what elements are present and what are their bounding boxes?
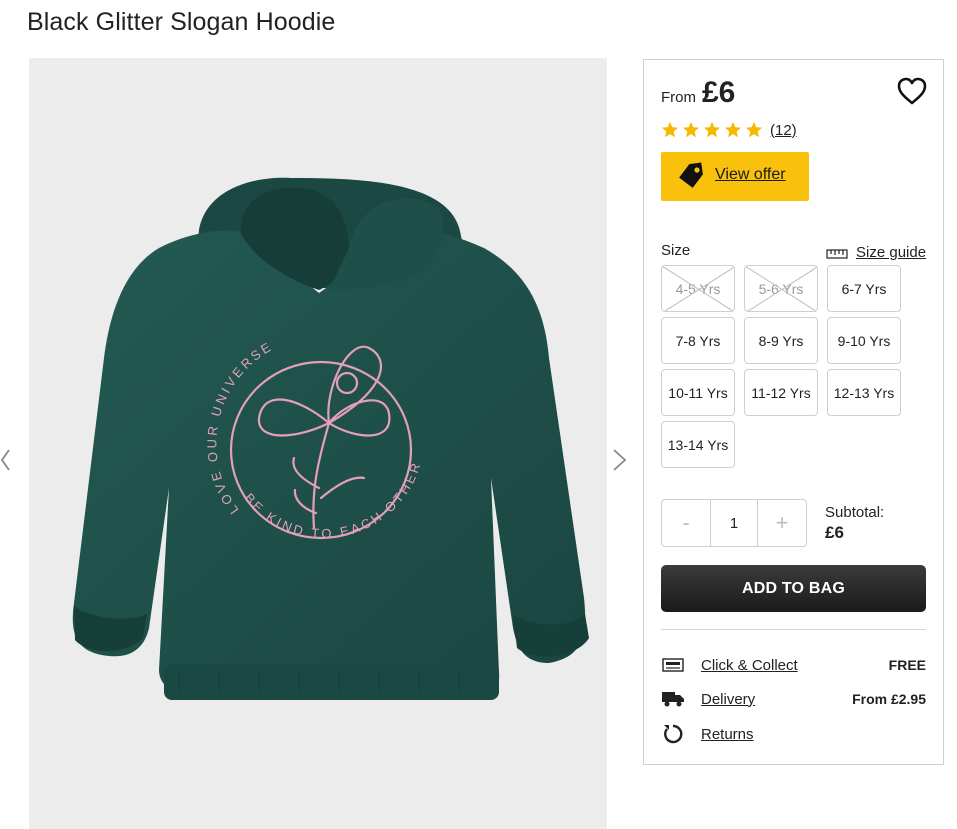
returns-icon <box>661 724 685 744</box>
delivery-option-returns: Returns <box>661 722 926 746</box>
size-option-label: 13-14 Yrs <box>667 436 729 453</box>
view-offer-button[interactable]: View offer <box>661 152 809 201</box>
star-icon <box>661 121 679 138</box>
star-icon <box>703 121 721 138</box>
add-to-bag-button[interactable]: ADD TO BAG <box>661 565 926 612</box>
size-option-8-9[interactable]: 8-9 Yrs <box>744 317 818 364</box>
quantity-decrease-button[interactable]: - <box>662 500 710 546</box>
ruler-icon <box>826 248 848 259</box>
prev-image-button[interactable] <box>0 446 18 474</box>
view-offer-label: View offer <box>715 166 786 183</box>
price-value: £6 <box>702 76 736 109</box>
size-option-label: 12-13 Yrs <box>833 384 895 401</box>
delivery-option-click-collect: Click & Collect FREE <box>661 653 926 677</box>
click-collect-icon <box>661 655 685 675</box>
purchase-panel: From £6 (12) View offer Size Size guide <box>643 59 944 765</box>
size-option-6-7[interactable]: 6-7 Yrs <box>827 265 901 312</box>
subtotal-value: £6 <box>825 523 844 542</box>
size-option-label: 8-9 Yrs <box>758 332 804 349</box>
review-count-link[interactable]: (12) <box>770 122 797 139</box>
price-from-label: From <box>661 89 696 106</box>
size-option-10-11[interactable]: 10-11 Yrs <box>661 369 735 416</box>
heart-icon <box>897 77 927 105</box>
size-option-11-12[interactable]: 11-12 Yrs <box>744 369 818 416</box>
subtotal-label: Subtotal: <box>825 504 885 521</box>
size-option-12-13[interactable]: 12-13 Yrs <box>827 369 901 416</box>
unavailable-cross-icon <box>745 266 817 311</box>
truck-icon <box>661 689 685 709</box>
click-collect-link[interactable]: Click & Collect <box>701 657 798 674</box>
price: From £6 <box>661 76 735 110</box>
size-guide-label: Size guide <box>856 244 927 261</box>
size-option-9-10[interactable]: 9-10 Yrs <box>827 317 901 364</box>
unavailable-cross-icon <box>662 266 734 311</box>
size-option-label: 11-12 Yrs <box>751 384 811 401</box>
chevron-right-icon <box>613 449 627 471</box>
size-option-4-5[interactable]: 4-5 Yrs <box>661 265 735 312</box>
size-option-13-14[interactable]: 13-14 Yrs <box>661 421 735 468</box>
product-image[interactable]: LOVE OUR UNIVERSE BE KIND TO EACH OTHER <box>29 58 607 829</box>
delivery-link[interactable]: Delivery <box>701 691 755 708</box>
size-option-label: 9-10 Yrs <box>837 332 891 349</box>
size-option-5-6[interactable]: 5-6 Yrs <box>744 265 818 312</box>
size-option-label: 7-8 Yrs <box>675 332 721 349</box>
size-option-label: 6-7 Yrs <box>841 280 887 297</box>
quantity-input[interactable]: 1 <box>710 500 758 546</box>
chevron-left-icon <box>0 449 10 471</box>
star-icon <box>724 121 742 138</box>
rating: (12) <box>661 121 797 139</box>
product-title: Black Glitter Slogan Hoodie <box>27 8 336 36</box>
size-guide-link[interactable]: Size guide <box>826 244 926 261</box>
star-icon <box>682 121 700 138</box>
size-option-label: 10-11 Yrs <box>668 384 728 401</box>
hoodie-illustration: LOVE OUR UNIVERSE BE KIND TO EACH OTHER <box>72 177 589 700</box>
delivery-option-delivery: Delivery From £2.95 <box>661 687 926 711</box>
wishlist-button[interactable] <box>896 76 928 106</box>
subtotal: Subtotal: £6 <box>825 504 884 543</box>
next-image-button[interactable] <box>611 446 629 474</box>
price-tag-icon <box>679 162 703 188</box>
size-label: Size <box>661 242 691 259</box>
divider <box>661 629 926 630</box>
click-collect-price: FREE <box>888 657 926 673</box>
delivery-price: From £2.95 <box>852 691 926 707</box>
returns-link[interactable]: Returns <box>701 726 754 743</box>
star-icon <box>745 121 763 138</box>
quantity-stepper: - 1 + <box>661 499 807 547</box>
quantity-increase-button[interactable]: + <box>758 500 806 546</box>
size-option-7-8[interactable]: 7-8 Yrs <box>661 317 735 364</box>
